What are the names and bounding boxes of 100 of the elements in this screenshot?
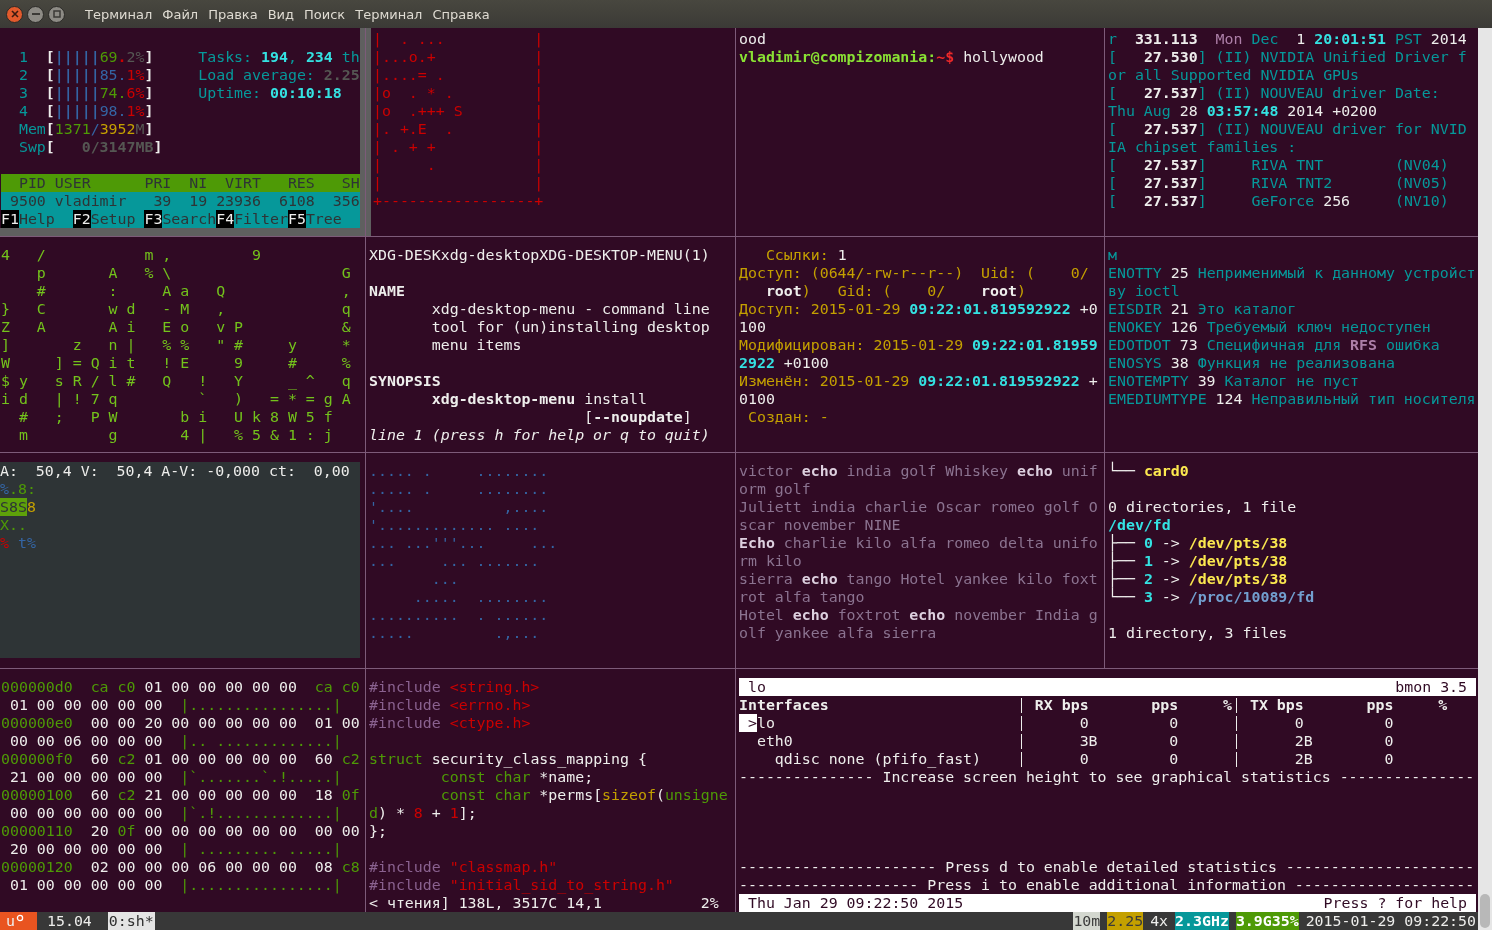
hexdump-line: 00000110 20 0f 00 00 00 00 00 00 00 00 (1, 822, 360, 840)
notice-line: ---------------------- Press d to enable detailed statistics --------------------- (739, 858, 1476, 876)
matrix-line: i d | ! 7 q ` ) = * = g A (1, 390, 351, 408)
bmon-clock: Thu Jan 29 09:22:50 2015 (747, 894, 964, 912)
manpage-line: xdg-desktop-menu - command line (430, 300, 710, 318)
code-line: #include "classmap.h" (369, 858, 558, 876)
bmon-title: lo (747, 678, 766, 696)
kernel-log-line: IA chipset families : (1108, 138, 1297, 156)
status-indicator: 10m (1073, 912, 1101, 930)
text-line: Echo charlie kilo alfa romeo delta unifo (739, 534, 1098, 552)
table-cell-text: 0 (1383, 714, 1395, 732)
tree-line: ├── 1 -> /dev/pts/38 (1108, 552, 1288, 570)
code-line: struct security_class_mapping { (369, 750, 647, 768)
ascii-art-line: ... (430, 570, 459, 588)
maximize-button[interactable] (48, 5, 65, 23)
kernel-log-line: [ 27.537] (II) NOUVEAU driver for NVID (1108, 120, 1467, 138)
close-icon (10, 10, 19, 18)
kernel-log-line: [ 27.537] (II) NOUVEAU driver Date: (1108, 84, 1440, 102)
ascii-art-line: .......... . ...... (369, 606, 549, 624)
manpage-line: tool for (un)installing desktop (430, 318, 710, 336)
table-cell-text: 0 (1168, 732, 1180, 750)
interface-name[interactable]: qdisc none (pfifo_fast) (774, 750, 982, 768)
column-header: pps (1366, 696, 1394, 714)
text-line: Juliett india charlie Oscar romeo golf O (739, 498, 1098, 516)
hexdump-line: 21 00 00 00 00 00 |`.......`.!.....| (8, 768, 342, 786)
ascii-art-line: '.... ,.... (369, 498, 549, 516)
hexdump-line: 01 00 00 00 00 00 |................| (8, 876, 342, 894)
hexdump-line: 01 00 00 00 00 00 |................| (8, 696, 342, 714)
manpage-line: [--noupdate] (583, 408, 692, 426)
ascii-art-line: ... ... ....... (369, 552, 540, 570)
matrix-line: 4 / m , 9 (1, 246, 261, 264)
menu-item[interactable]: Терминал (355, 6, 423, 22)
menu-item[interactable]: Вид (267, 6, 294, 22)
errno-line: ENOTTY 25 Неприменимый к данному устройст (1108, 264, 1476, 282)
errno-line: EDOTDOT 73 Специфичная для RFS ошибка (1108, 336, 1440, 354)
ascii-art-line: ..... . ........ (369, 480, 549, 498)
errno-line: ENOTEMPTY 39 Каталог не пуст (1108, 372, 1360, 390)
menu-item[interactable]: Терминал (85, 6, 153, 22)
column-header: RX bps (1033, 696, 1090, 714)
ascii-art-line: '............. .... (369, 516, 540, 534)
kernel-log-line: [ 27.537] GeForce 256 (NV10) (1108, 192, 1449, 210)
code-line: #include <ctype.h> (369, 714, 531, 732)
errno-line: м (1108, 246, 1117, 264)
minimize-icon (31, 13, 40, 15)
column-header: Interfaces (739, 696, 830, 714)
randomart-line: +-----------------+ (373, 192, 544, 210)
tree-line: └── card0 (1108, 462, 1189, 480)
file-stat-line: 2922 +0100 (739, 354, 829, 372)
table-cell-text: 0 (1168, 714, 1180, 732)
tree-line: /dev/fd (1108, 516, 1171, 534)
tree-line: ├── 2 -> /dev/pts/38 (1108, 570, 1288, 588)
column-header: % (1438, 696, 1448, 714)
help-hint: Press ? for help (1323, 894, 1468, 912)
manpage-line: SYNOPSIS (369, 372, 441, 390)
table-cell-text: 2B (1293, 732, 1314, 750)
file-stat-line: Создан: - (746, 408, 829, 426)
kernel-log-line: or all Supported NVIDIA GPUs (1108, 66, 1360, 84)
video-line: A: 50,4 V: 50,4 A-V: -0,000 ct: 0,00 (0, 462, 350, 480)
interface-name[interactable]: eth0 (756, 732, 793, 750)
version-label: 15.04 (47, 912, 92, 930)
tree-line: └── 3 -> /proc/10089/fd (1108, 588, 1315, 606)
table-cell-text: 0 (1383, 732, 1395, 750)
code-line: #include <errno.h> (369, 696, 531, 714)
table-cell-text: 0 (1168, 750, 1180, 768)
htop-line: 1 [|||||69.2%] Tasks: 194, 234 th (17, 48, 360, 66)
matrix-line: # : A a Q , (35, 282, 351, 300)
kernel-log-line: [ 27.537] RIVA TNT (NV04) (1108, 156, 1449, 174)
status-indicator: 2.3GHz (1175, 912, 1229, 930)
menu-item[interactable]: Файл (162, 6, 199, 22)
menu-item[interactable]: Поиск (304, 6, 346, 22)
minimize-button[interactable] (27, 5, 44, 23)
ascii-art-line: ..... ........ (412, 588, 549, 606)
matrix-line: $ y s R / l # Q ! Y _ ^ q (1, 372, 351, 390)
menu-item[interactable]: Правка (208, 6, 258, 22)
tree-line: 1 directory, 3 files (1108, 624, 1288, 642)
file-stat-line: root) Gid: ( 0/ root) (764, 282, 1026, 300)
shell-line: ood (739, 30, 766, 48)
randomart-line: | . + + | (373, 138, 544, 156)
hexdump-line: 000000d0 ca c0 01 00 00 00 00 00 ca c0 (1, 678, 360, 696)
randomart-line: |o .+++ S | (373, 102, 544, 120)
randomart-line: |o . * . | (373, 84, 544, 102)
scrollbar-thumb[interactable] (1480, 894, 1490, 928)
table-cell-text: 3B (1078, 732, 1099, 750)
errno-line: ву ioctl (1108, 282, 1180, 300)
bmon-version: bmon 3.5 (1395, 678, 1468, 696)
manpage-line: NAME (369, 282, 405, 300)
status-indicator: 2.25 (1107, 912, 1144, 930)
text-line: victor echo india golf Whiskey echo unif (739, 462, 1098, 480)
matrix-line: ] z n | % % " # y * (1, 336, 351, 354)
close-button[interactable] (6, 5, 23, 23)
code-line: #include "initial_sid_to_string.h" (369, 876, 674, 894)
window-tab[interactable]: 0:sh* (107, 912, 155, 930)
randomart-line: |. +.E . | (373, 120, 544, 138)
video-line: S8S8 (0, 498, 36, 516)
table-cell-text: 0 (1293, 714, 1305, 732)
code-line: const char *perms[sizeof(unsigne (439, 786, 728, 804)
file-stat-line: Доступ: (0644/-rw-r--r--) Uid: ( 0/ (739, 264, 1089, 282)
table-cell-text: 0 (1078, 750, 1090, 768)
text-line: olf yankee alfa sierra (739, 624, 937, 642)
menu-item[interactable]: Справка (432, 6, 490, 22)
